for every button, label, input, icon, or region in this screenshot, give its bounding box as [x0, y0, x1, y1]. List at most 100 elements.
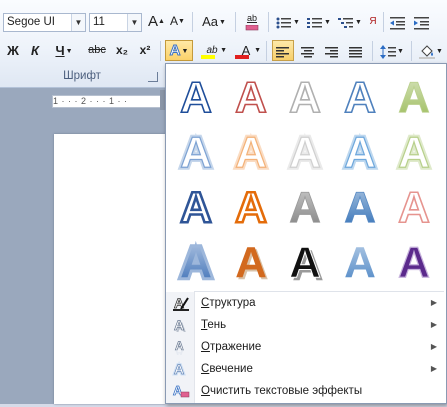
text-effect-preview: AA [177, 236, 215, 286]
horizontal-ruler[interactable]: 1 · · · 2 · · · 1 · · [52, 95, 165, 108]
font-name-combo[interactable]: Segoe UI ▼ [3, 13, 86, 32]
highlight-button[interactable]: ab ▼ [197, 40, 227, 61]
svg-text:A: A [235, 73, 267, 121]
increase-indent-button[interactable] [412, 11, 432, 32]
font-color-bar [235, 55, 249, 59]
text-effect-style-4-2[interactable]: AA [225, 235, 277, 287]
text-effect-style-4-5[interactable]: A [388, 235, 440, 287]
submenu-arrow-icon: ▶ [430, 364, 437, 373]
text-effect-style-3-5[interactable]: A [388, 180, 440, 232]
align-right-icon [325, 46, 338, 58]
font-color-button[interactable]: A ▼ [231, 40, 261, 61]
svg-text:A: A [235, 183, 267, 231]
document-page[interactable] [54, 134, 165, 404]
bullets-button[interactable]: ▼ [275, 11, 301, 32]
italic-button[interactable]: К [26, 40, 44, 61]
font-size-combo[interactable]: 11 ▼ [89, 13, 142, 32]
text-effect-style-4-1[interactable]: AA [170, 235, 222, 287]
text-effect-preview: AA [178, 126, 215, 176]
underline-button[interactable]: Ч▼ [50, 40, 78, 61]
text-effect-style-4-4[interactable]: A [334, 235, 386, 287]
text-effect-style-3-3[interactable]: A [279, 180, 331, 232]
text-effects-menu: AAAAAAAAAAAAAAAAAAAAAAAAAAAA A Структура… [165, 63, 447, 404]
svg-text:A: A [175, 347, 184, 355]
strikethrough-button[interactable]: abc [86, 40, 108, 61]
strikethrough-label: abc [88, 44, 106, 56]
text-effect-preview: AA [235, 238, 269, 286]
text-effect-preview: A [234, 72, 267, 121]
increase-indent-icon [414, 16, 429, 30]
svg-text:A: A [289, 128, 321, 176]
paint-bucket-icon [419, 44, 436, 59]
text-effect-style-1-4[interactable]: A [334, 70, 386, 122]
shrink-font-button[interactable]: A▼ [169, 11, 186, 32]
text-effect-preview: AA [232, 126, 269, 176]
text-effects-button[interactable]: A▼ [165, 40, 193, 61]
svg-text:A: A [344, 73, 376, 121]
subscript-label: x₂ [115, 43, 128, 57]
grow-font-label: A [148, 13, 159, 30]
shadow-icon: AA [172, 317, 190, 335]
align-center-icon [301, 46, 314, 58]
decrease-indent-button[interactable] [388, 11, 408, 32]
text-effect-style-3-2[interactable]: A [225, 180, 277, 232]
line-spacing-button[interactable]: ▼ [378, 40, 406, 61]
multilevel-list-button[interactable]: ▼ [337, 11, 363, 32]
chevron-down-icon[interactable]: ▼ [127, 14, 141, 31]
svg-text:A: A [398, 238, 430, 286]
text-effect-style-4-3[interactable]: AA [279, 235, 331, 287]
align-left-icon [276, 46, 289, 58]
text-effect-style-3-4[interactable]: A [334, 180, 386, 232]
text-effect-style-2-4[interactable]: AA [334, 125, 386, 177]
glow-icon: AA [172, 360, 190, 379]
svg-text:A: A [235, 128, 267, 176]
change-case-button[interactable]: Aa▼ [199, 11, 229, 32]
text-effect-style-1-5[interactable]: A [388, 70, 440, 122]
bold-button[interactable]: Ж [4, 40, 22, 61]
svg-text:A: A [289, 183, 321, 231]
underline-label: Ч [55, 43, 65, 58]
menu-item-label: Отражение [201, 341, 262, 353]
svg-text:A: A [398, 73, 430, 121]
shrink-font-label: A [170, 14, 179, 28]
subscript-button[interactable]: x₂ [112, 40, 132, 61]
text-effect-style-3-1[interactable]: A [170, 180, 222, 232]
text-effect-preview: A [233, 182, 267, 231]
svg-text:A: A [344, 238, 376, 286]
justify-button[interactable] [345, 40, 367, 61]
clear-formatting-button[interactable]: ab [242, 11, 262, 32]
align-left-button[interactable] [272, 40, 294, 61]
eraser-icon [245, 25, 259, 31]
decrease-indent-icon [390, 16, 405, 30]
text-effect-style-2-2[interactable]: AA [225, 125, 277, 177]
text-effect-style-1-3[interactable]: A [279, 70, 331, 122]
text-effect-style-2-3[interactable]: AA [279, 125, 331, 177]
dialog-launcher-icon[interactable] [148, 72, 158, 82]
text-effect-style-1-2[interactable]: A [225, 70, 277, 122]
clear-effects-icon: A [172, 383, 190, 399]
grow-font-button[interactable]: A▲ [148, 11, 165, 32]
menu-item-glow[interactable]: AA Свечение ▶ [167, 358, 445, 380]
text-effect-preview: A [397, 182, 430, 231]
align-center-button[interactable] [297, 40, 319, 61]
text-effect-style-2-1[interactable]: AA [170, 125, 222, 177]
separator [266, 41, 267, 61]
menu-item-reflection[interactable]: AA Отражение ▶ [167, 336, 445, 361]
text-effect-preview: AA [287, 126, 324, 176]
menu-item-clear-effects[interactable]: A Очистить текстовые эффекты [167, 380, 445, 402]
shading-button[interactable]: ▼ [417, 40, 445, 61]
align-right-button[interactable] [321, 40, 343, 61]
menu-item-label: Свечение [201, 363, 253, 375]
text-effect-style-2-5[interactable]: AA [388, 125, 440, 177]
text-effect-style-1-1[interactable]: A [170, 70, 222, 122]
chevron-down-icon[interactable]: ▼ [71, 14, 85, 31]
menu-item-shadow[interactable]: AA Тень ▶ [167, 314, 445, 336]
numbering-button[interactable]: ▼ [306, 11, 332, 32]
reflection-icon: AA [172, 339, 190, 361]
superscript-button[interactable]: x² [135, 40, 155, 61]
menu-item-outline[interactable]: A Структура ▶ [167, 292, 445, 314]
sort-rtl-button[interactable]: Я [366, 11, 380, 32]
font-name-value: Segoe UI [7, 16, 55, 28]
separator [268, 12, 269, 32]
change-case-label: Aa [202, 14, 218, 29]
